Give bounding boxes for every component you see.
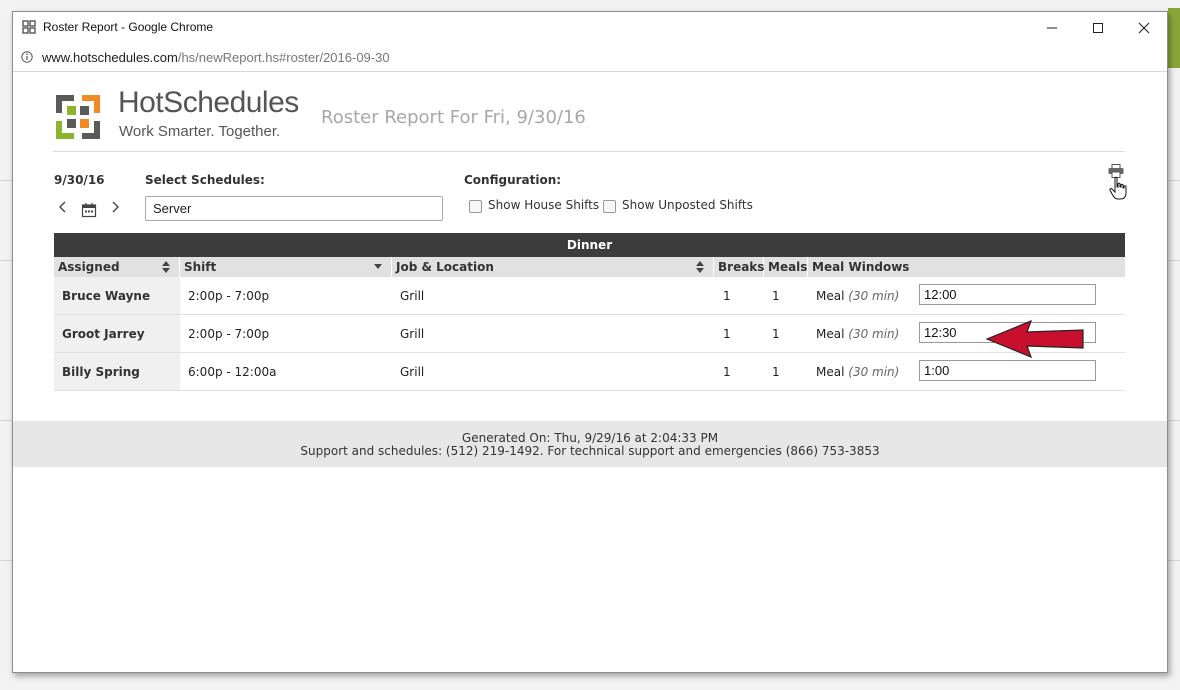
section-header-dinner: Dinner [54,233,1125,257]
meals-count: 1 [772,365,780,379]
minimize-icon [1047,27,1057,29]
calendar-icon[interactable] [81,202,97,218]
hand-cursor-icon [1109,176,1127,200]
meal-duration: (30 min) [848,365,900,379]
meal-duration: (30 min) [848,289,900,303]
red-arrow-annotation-icon [985,319,1084,359]
logo-wordmark: HotSchedules [118,86,299,119]
meal-window-input[interactable]: 12:00 [919,284,1096,305]
app-icon [22,20,36,34]
sort-down-icon[interactable] [374,261,382,273]
url-path: /hs/newReport.hs#roster/2016-09-30 [177,50,390,65]
employee-name: Bruce Wayne [62,289,151,303]
maximize-icon [1093,23,1103,33]
column-header-breaks: Breaks [714,257,764,277]
report-page: HotSchedules Work Smarter. Together. Ros… [13,72,1167,672]
meals-count: 1 [772,327,780,341]
meal-duration: (30 min) [848,327,900,341]
meal-window-input[interactable]: 1:00 [919,360,1096,381]
table-row: Billy Spring 6:00p - 12:00a Grill 1 1 Me… [54,353,1125,391]
column-header-label: Job & Location [396,260,494,274]
close-button[interactable] [1121,12,1167,44]
address-bar[interactable]: www.hotschedules.com/hs/newReport.hs#ros… [13,44,1167,72]
shift-time: 2:00p - 7:00p [188,289,270,303]
chevron-left-icon[interactable] [57,200,69,214]
column-header-job-location[interactable]: Job & Location [392,257,714,277]
column-header-label: Shift [184,260,217,274]
shift-time: 6:00p - 12:00a [188,365,277,379]
url-host: www.hotschedules.com [42,50,178,65]
meal-type: Meal (30 min) [816,289,899,303]
column-header-assigned[interactable]: Assigned [54,257,180,277]
report-title: Roster Report For Fri, 9/30/16 [321,107,586,128]
breaks-count: 1 [723,289,731,303]
column-header-label: Assigned [58,260,120,274]
table-row: Groot Jarrey 2:00p - 7:00p Grill 1 1 Mea… [54,315,1125,353]
employee-name: Billy Spring [62,365,140,379]
logo-tagline: Work Smarter. Together. [119,123,281,140]
table-row: Bruce Wayne 2:00p - 7:00p Grill 1 1 Meal… [54,277,1125,315]
report-date: 9/30/16 [54,173,105,187]
meal-type: Meal (30 min) [816,327,899,341]
header-divider [53,151,1125,152]
job-location: Grill [400,327,425,341]
show-house-shifts-checkbox[interactable] [469,200,482,213]
maximize-button[interactable] [1075,12,1121,44]
sort-icon[interactable] [162,261,170,273]
column-header-meal-windows: Meal Windows [808,257,1125,277]
configuration-label: Configuration: [464,173,562,187]
generated-timestamp: Generated On: Thu, 9/29/16 at 2:04:33 PM [461,431,719,445]
hotschedules-logo-icon [56,95,100,139]
breaks-count: 1 [723,327,731,341]
column-header-label: Meal Windows [812,260,910,274]
show-unposted-shifts-label[interactable]: Show Unposted Shifts [622,198,753,212]
report-footer: Generated On: Thu, 9/29/16 at 2:04:33 PM… [13,421,1167,467]
url-text[interactable]: www.hotschedules.com/hs/newReport.hs#ros… [42,50,390,65]
meal-type: Meal (30 min) [816,365,899,379]
window-title: Roster Report - Google Chrome [43,20,214,34]
breaks-count: 1 [723,365,731,379]
select-schedules-label: Select Schedules: [145,173,265,187]
sort-icon[interactable] [696,261,704,273]
column-header-shift[interactable]: Shift [180,257,392,277]
chevron-right-icon[interactable] [109,200,121,214]
shift-time: 2:00p - 7:00p [188,327,270,341]
job-location: Grill [400,289,425,303]
show-house-shifts-label[interactable]: Show House Shifts [488,198,599,212]
column-header-label: Breaks [718,260,765,274]
column-header-meals: Meals [764,257,808,277]
meal-label: Meal [816,327,845,341]
show-unposted-shifts-checkbox[interactable] [603,200,616,213]
background-window-edge [1168,8,1180,68]
support-contact: Support and schedules: (512) 219-1492. F… [300,444,880,458]
employee-name: Groot Jarrey [62,327,145,341]
meal-label: Meal [816,289,845,303]
minimize-button[interactable] [1029,12,1075,44]
close-icon [1138,22,1150,34]
meal-label: Meal [816,365,845,379]
browser-window: Roster Report - Google Chrome www.hotsch… [12,11,1168,673]
info-icon[interactable] [21,51,33,63]
title-bar[interactable]: Roster Report - Google Chrome [13,12,1167,44]
column-header-label: Meals [768,260,808,274]
schedules-input[interactable]: Server [145,196,443,221]
job-location: Grill [400,365,425,379]
meals-count: 1 [772,289,780,303]
